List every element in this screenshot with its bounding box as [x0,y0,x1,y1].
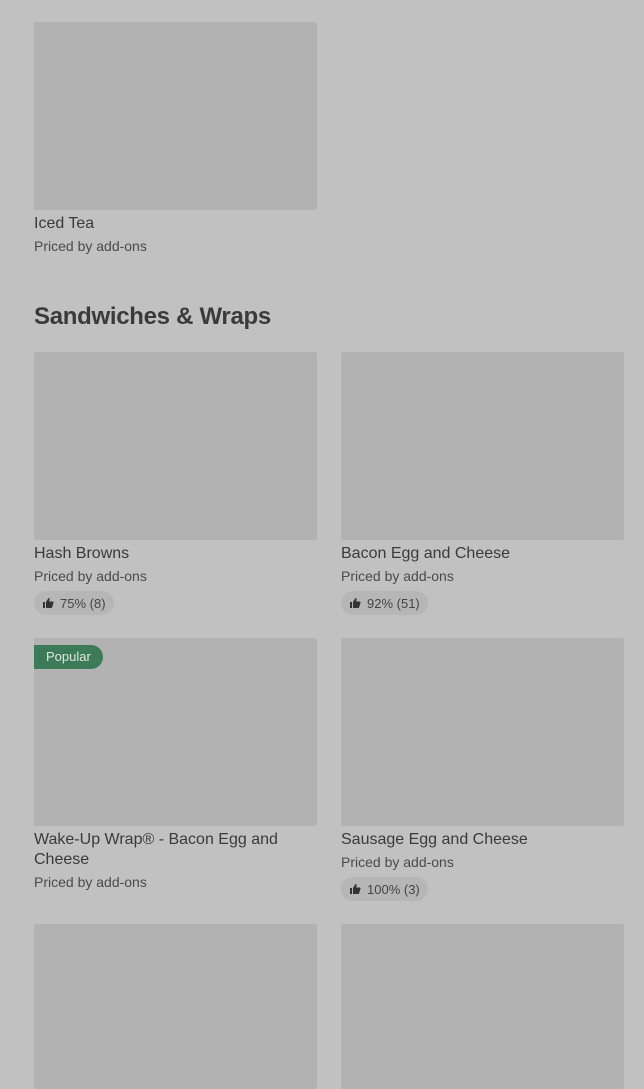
thumbs-up-icon [350,598,361,608]
thumbs-up-icon [43,598,54,608]
item-name: Sausage Egg and Cheese [341,831,528,848]
rating-pill: 92% (51) [341,591,428,615]
rating-pill: 75% (8) [34,591,114,615]
rating-text: 75% (8) [60,595,106,611]
item-name: Wake-Up Wrap® - Bacon Egg and Cheese [34,831,278,868]
menu-item-partial-right[interactable] [341,924,624,1089]
item-price: Priced by add-ons [34,874,147,890]
item-price: Priced by add-ons [341,568,454,584]
popular-badge: Popular [34,645,103,669]
menu-page: Iced Tea Priced by add-ons Sandwiches & … [0,0,644,1089]
menu-item-hash-browns[interactable]: Hash Browns Priced by add-ons 75% (8) [34,352,317,615]
menu-item-bacon-egg-cheese[interactable]: Bacon Egg and Cheese Priced by add-ons 9… [341,352,624,615]
item-price: Priced by add-ons [34,568,147,584]
rating-text: 100% (3) [367,881,420,897]
item-price: Priced by add-ons [34,238,147,254]
menu-item-sausage-egg-cheese[interactable]: Sausage Egg and Cheese Priced by add-ons… [341,638,624,901]
item-image[interactable] [34,352,317,540]
item-name: Bacon Egg and Cheese [341,545,511,562]
section-title: Sandwiches & Wraps [34,303,271,330]
item-name: Iced Tea [34,215,95,232]
menu-item-partial-left[interactable] [34,924,317,1089]
item-image[interactable] [341,924,624,1089]
item-image[interactable] [341,638,624,826]
item-price: Priced by add-ons [341,854,454,870]
item-image[interactable]: Popular [34,638,317,826]
menu-item-wake-up-wrap[interactable]: Popular Wake-Up Wrap® - Bacon Egg and Ch… [34,638,317,891]
menu-item-iced-tea[interactable]: Iced Tea Priced by add-ons [34,22,317,255]
item-image[interactable] [34,924,317,1089]
rating-pill: 100% (3) [341,877,428,901]
rating-text: 92% (51) [367,595,420,611]
item-image[interactable] [34,22,317,210]
item-name: Hash Browns [34,545,130,562]
thumbs-up-icon [350,884,361,894]
item-image[interactable] [341,352,624,540]
